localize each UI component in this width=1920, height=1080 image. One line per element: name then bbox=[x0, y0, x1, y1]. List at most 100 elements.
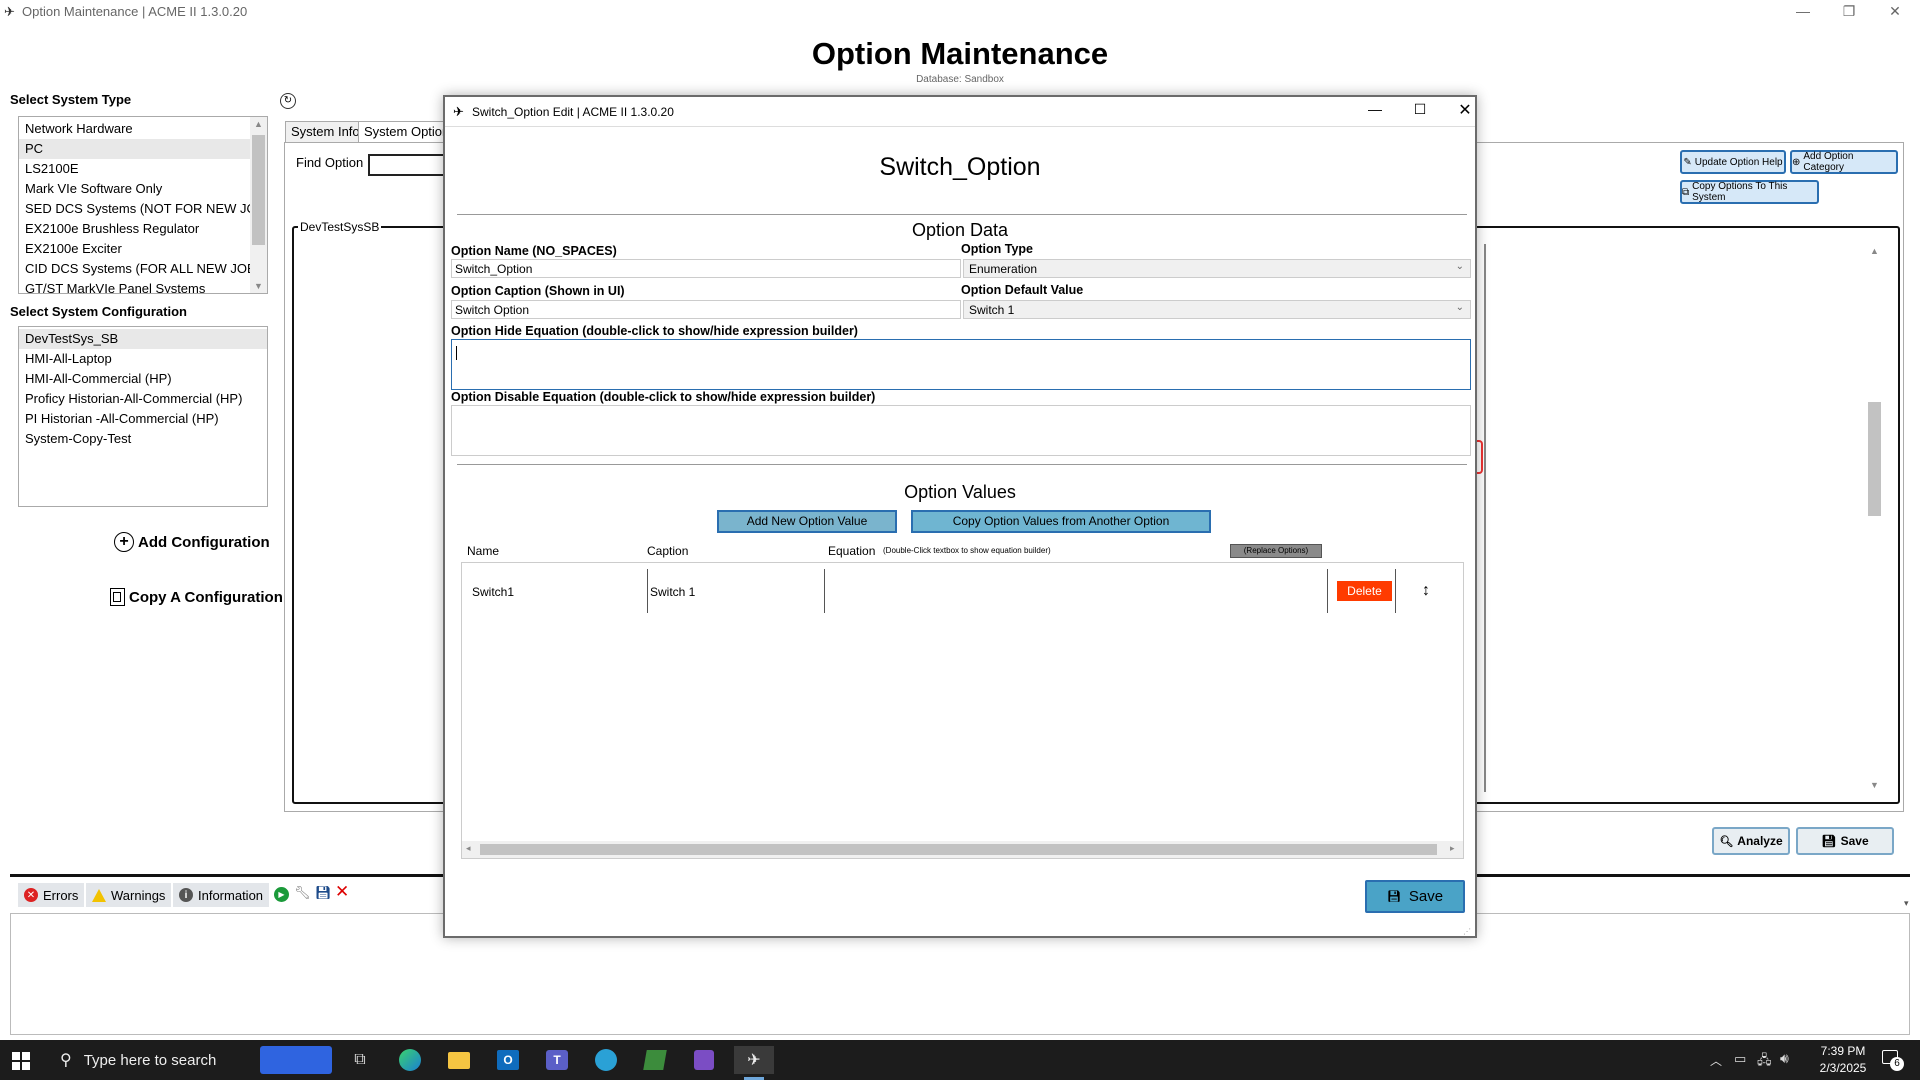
find-option-input[interactable] bbox=[368, 154, 448, 176]
option-default-select[interactable]: Switch 1 ⌄ bbox=[963, 300, 1471, 319]
option-name-input[interactable]: Switch_Option bbox=[451, 259, 961, 278]
script-app-icon[interactable] bbox=[635, 1046, 675, 1074]
splitter[interactable] bbox=[1484, 244, 1486, 792]
add-option-category-button[interactable]: ⊕ Add Option Category bbox=[1790, 150, 1898, 174]
list-item[interactable]: EX2100e Brushless Regulator bbox=[19, 219, 267, 239]
information-tab[interactable]: i Information bbox=[173, 883, 270, 907]
system-type-scrollbar[interactable]: ▲ ▼ bbox=[250, 117, 267, 293]
acme-app-icon[interactable]: ✈ bbox=[734, 1046, 774, 1074]
main-save-button[interactable]: 💾︎ Save bbox=[1796, 827, 1894, 855]
list-item[interactable]: HMI-All-Laptop bbox=[19, 349, 267, 369]
visual-studio-icon[interactable] bbox=[684, 1046, 724, 1074]
wrench-icon[interactable]: 🔧︎ bbox=[294, 885, 311, 901]
copy-options-button[interactable]: ⧉ Copy Options To This System bbox=[1680, 180, 1819, 204]
delete-row-button[interactable]: Delete bbox=[1337, 581, 1392, 601]
list-item[interactable]: EX2100e Exciter bbox=[19, 239, 267, 259]
file-explorer-icon[interactable] bbox=[439, 1046, 479, 1074]
disable-equation-input[interactable] bbox=[451, 405, 1471, 456]
chevron-down-icon: ⌄ bbox=[1455, 261, 1464, 272]
column-equation-header: Equation bbox=[828, 544, 876, 558]
warnings-tab[interactable]: Warnings bbox=[86, 883, 172, 907]
dialog-divider-2 bbox=[457, 464, 1467, 465]
minimize-button[interactable]: — bbox=[1780, 0, 1826, 22]
clock-date[interactable]: 2/3/2025 bbox=[1808, 1061, 1878, 1075]
warning-icon bbox=[92, 888, 106, 902]
update-option-help-button[interactable]: ✎ Update Option Help bbox=[1680, 150, 1786, 174]
dialog-minimize-button[interactable]: — bbox=[1360, 101, 1390, 117]
table-row: Switch1 Switch 1 Delete ↕ bbox=[462, 563, 1463, 615]
main-save-label: Save bbox=[1840, 834, 1869, 848]
system-config-list[interactable]: DevTestSys_SB HMI-All-Laptop HMI-All-Comme… bbox=[18, 326, 268, 507]
copy-icon bbox=[110, 588, 125, 606]
network-icon[interactable]: 🖧︎ bbox=[1757, 1051, 1772, 1073]
replace-options-button[interactable]: (Replace Options) bbox=[1230, 544, 1322, 558]
table-horizontal-scrollbar[interactable]: ◂ ▸ bbox=[462, 841, 1463, 858]
collapse-icon[interactable]: ▾ bbox=[1904, 898, 1909, 909]
refresh-icon[interactable]: ↻ bbox=[280, 93, 296, 109]
list-item[interactable]: HMI-All-Commercial (HP) bbox=[19, 369, 267, 389]
save-icon: 💾︎ bbox=[1821, 834, 1837, 848]
taskbar-search[interactable]: ⚲ Type here to search bbox=[48, 1040, 258, 1080]
list-item[interactable]: Mark VIe Software Only bbox=[19, 179, 267, 199]
tab-system-info[interactable]: System Info bbox=[285, 121, 366, 143]
options-scrollbar[interactable]: ▲ ▼ bbox=[1866, 244, 1883, 792]
list-item[interactable]: PC bbox=[19, 139, 267, 159]
list-item[interactable]: GT/ST MarkVIe Panel Systems bbox=[19, 279, 267, 293]
search-highlight[interactable] bbox=[260, 1046, 332, 1074]
taskbar: ⚲ Type here to search ⧉ O T ✈ ︿ ▭ 🖧︎ 🔊︎ … bbox=[0, 1040, 1920, 1080]
list-item[interactable]: LS2100E bbox=[19, 159, 267, 179]
list-item[interactable]: System-Copy-Test bbox=[19, 429, 267, 449]
close-button[interactable]: ✕ bbox=[1872, 0, 1918, 22]
list-item[interactable]: PI Historian -All-Commercial (HP) bbox=[19, 409, 267, 429]
row-equation-cell[interactable] bbox=[826, 569, 1326, 613]
battery-icon[interactable]: ▭ bbox=[1734, 1051, 1746, 1067]
globe-app-icon[interactable] bbox=[586, 1046, 626, 1074]
analyze-label: Analyze bbox=[1737, 834, 1783, 848]
add-circle-icon: + bbox=[114, 532, 134, 552]
list-item[interactable]: SED DCS Systems (NOT FOR NEW JOBS) bbox=[19, 199, 267, 219]
option-caption-label: Option Caption (Shown in UI) bbox=[451, 284, 625, 298]
copy-option-values-button[interactable]: Copy Option Values from Another Option bbox=[911, 510, 1211, 533]
copy-configuration-button[interactable]: Copy A Configuration bbox=[110, 588, 283, 606]
dialog-close-button[interactable]: ✕ bbox=[1450, 100, 1480, 120]
windows-start-icon[interactable] bbox=[12, 1052, 30, 1070]
dialog-app-icon: ✈ bbox=[453, 104, 464, 119]
reorder-drag-icon[interactable]: ↕ bbox=[1422, 582, 1430, 600]
volume-icon[interactable]: 🔊︎ bbox=[1780, 1050, 1789, 1067]
chevron-down-icon: ⌄ bbox=[1455, 302, 1464, 313]
notification-icon[interactable]: 6 bbox=[1882, 1050, 1904, 1071]
list-item[interactable]: Network Hardware bbox=[19, 119, 267, 139]
row-name-cell[interactable]: Switch1 bbox=[472, 585, 514, 599]
system-type-list[interactable]: Network Hardware PC LS2100E Mark VIe Softwa… bbox=[18, 116, 268, 294]
hide-equation-input[interactable] bbox=[451, 339, 1471, 390]
option-type-select[interactable]: Enumeration ⌄ bbox=[963, 259, 1471, 278]
disable-equation-label: Option Disable Equation (double-click to… bbox=[451, 390, 876, 404]
notification-count: 6 bbox=[1890, 1057, 1904, 1071]
add-configuration-button[interactable]: + Add Configuration bbox=[114, 532, 270, 552]
dialog-save-label: Save bbox=[1408, 888, 1444, 905]
resize-grip-icon[interactable]: ⋰ bbox=[1463, 927, 1471, 936]
clear-icon[interactable]: ✕ bbox=[335, 882, 349, 902]
errors-tab[interactable]: ✕ Errors bbox=[18, 883, 85, 907]
errors-label: Errors bbox=[43, 887, 79, 903]
row-caption-cell[interactable]: Switch 1 bbox=[650, 585, 695, 599]
analyze-button[interactable]: 🔍︎ Analyze bbox=[1712, 827, 1790, 855]
list-item[interactable]: CID DCS Systems (FOR ALL NEW JOBS) bbox=[19, 259, 267, 279]
teams-icon[interactable]: T bbox=[537, 1046, 577, 1074]
tab-system-options[interactable]: System Options bbox=[358, 121, 448, 143]
save-icon[interactable]: 💾︎ bbox=[315, 885, 332, 901]
tray-overflow-icon[interactable]: ︿ bbox=[1710, 1052, 1722, 1069]
window-title: Option Maintenance | ACME II 1.3.0.20 bbox=[22, 4, 248, 19]
dialog-maximize-button[interactable]: ☐ bbox=[1405, 101, 1435, 118]
task-view-icon[interactable]: ⧉ bbox=[340, 1046, 380, 1074]
add-new-option-value-button[interactable]: Add New Option Value bbox=[717, 510, 897, 533]
run-icon[interactable]: ▶ bbox=[274, 887, 289, 902]
restore-button[interactable]: ❐ bbox=[1826, 0, 1872, 22]
edge-icon[interactable] bbox=[390, 1046, 430, 1074]
clock-time[interactable]: 7:39 PM bbox=[1808, 1044, 1878, 1058]
outlook-icon[interactable]: O bbox=[488, 1046, 528, 1074]
option-caption-input[interactable]: Switch Option bbox=[451, 300, 961, 319]
list-item[interactable]: Proficy Historian-All-Commercial (HP) bbox=[19, 389, 267, 409]
list-item[interactable]: DevTestSys_SB bbox=[19, 329, 267, 349]
dialog-save-button[interactable]: 💾︎ Save bbox=[1365, 880, 1465, 913]
